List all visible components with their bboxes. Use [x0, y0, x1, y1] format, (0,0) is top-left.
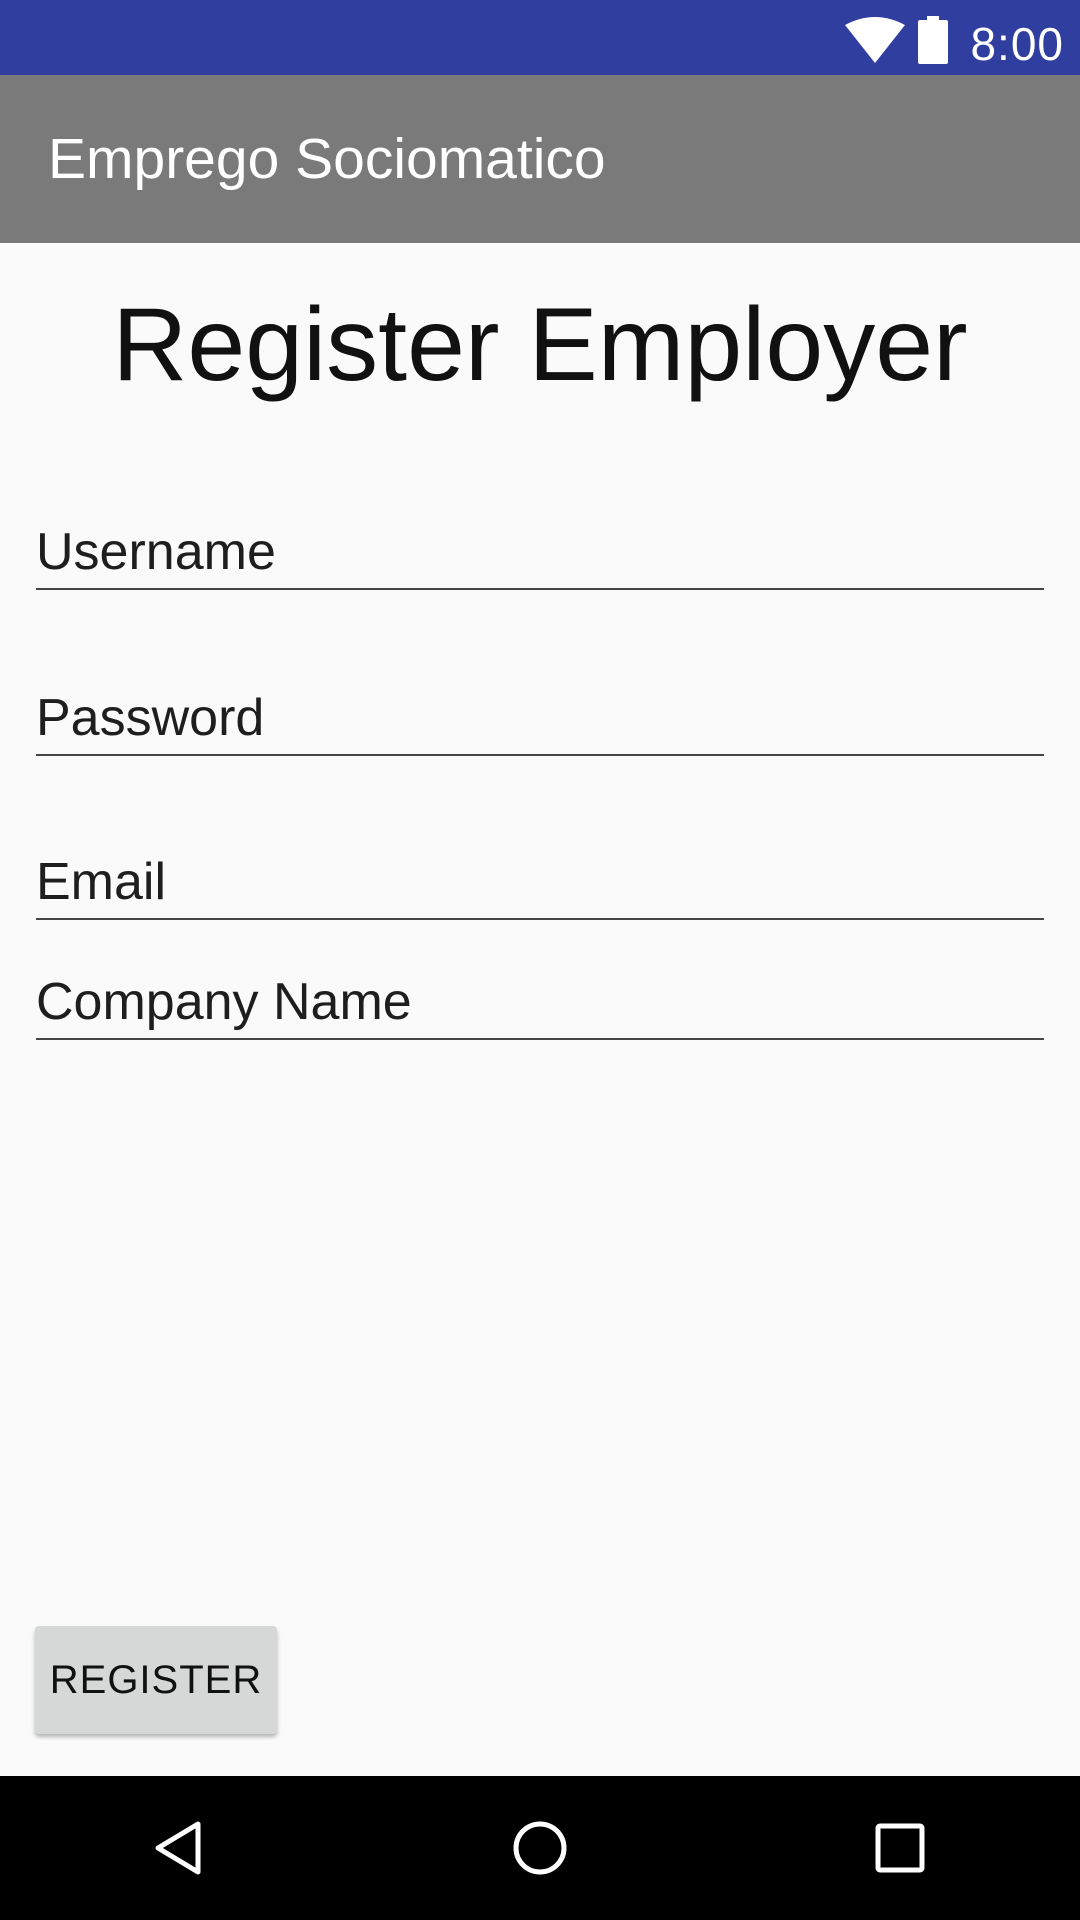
home-icon	[513, 1821, 567, 1875]
recent-apps-button[interactable]	[828, 1776, 972, 1920]
app-bar: Emprego Sociomatico	[0, 75, 1080, 243]
email-field[interactable]	[36, 852, 1044, 912]
password-field[interactable]	[36, 688, 1044, 748]
status-icons: 8:00	[844, 0, 1064, 75]
status-time: 8:00	[970, 18, 1064, 70]
app-title: Emprego Sociomatico	[48, 127, 606, 191]
username-field[interactable]	[36, 522, 1044, 582]
email-field-container	[36, 836, 1044, 920]
wifi-icon	[845, 16, 906, 63]
home-button[interactable]	[468, 1776, 612, 1920]
battery-icon	[918, 15, 949, 64]
navigation-bar	[0, 1776, 1080, 1920]
username-field-container	[36, 506, 1044, 590]
register-button[interactable]: REGISTER	[35, 1626, 277, 1734]
recent-apps-icon	[875, 1823, 925, 1873]
status-bar: 8:00	[0, 0, 1080, 75]
company-name-field[interactable]	[36, 972, 1044, 1032]
back-button[interactable]	[108, 1776, 252, 1920]
company-name-field-container	[36, 956, 1044, 1040]
back-icon	[155, 1821, 201, 1875]
password-field-container	[36, 672, 1044, 756]
page-title: Register Employer	[112, 287, 968, 403]
